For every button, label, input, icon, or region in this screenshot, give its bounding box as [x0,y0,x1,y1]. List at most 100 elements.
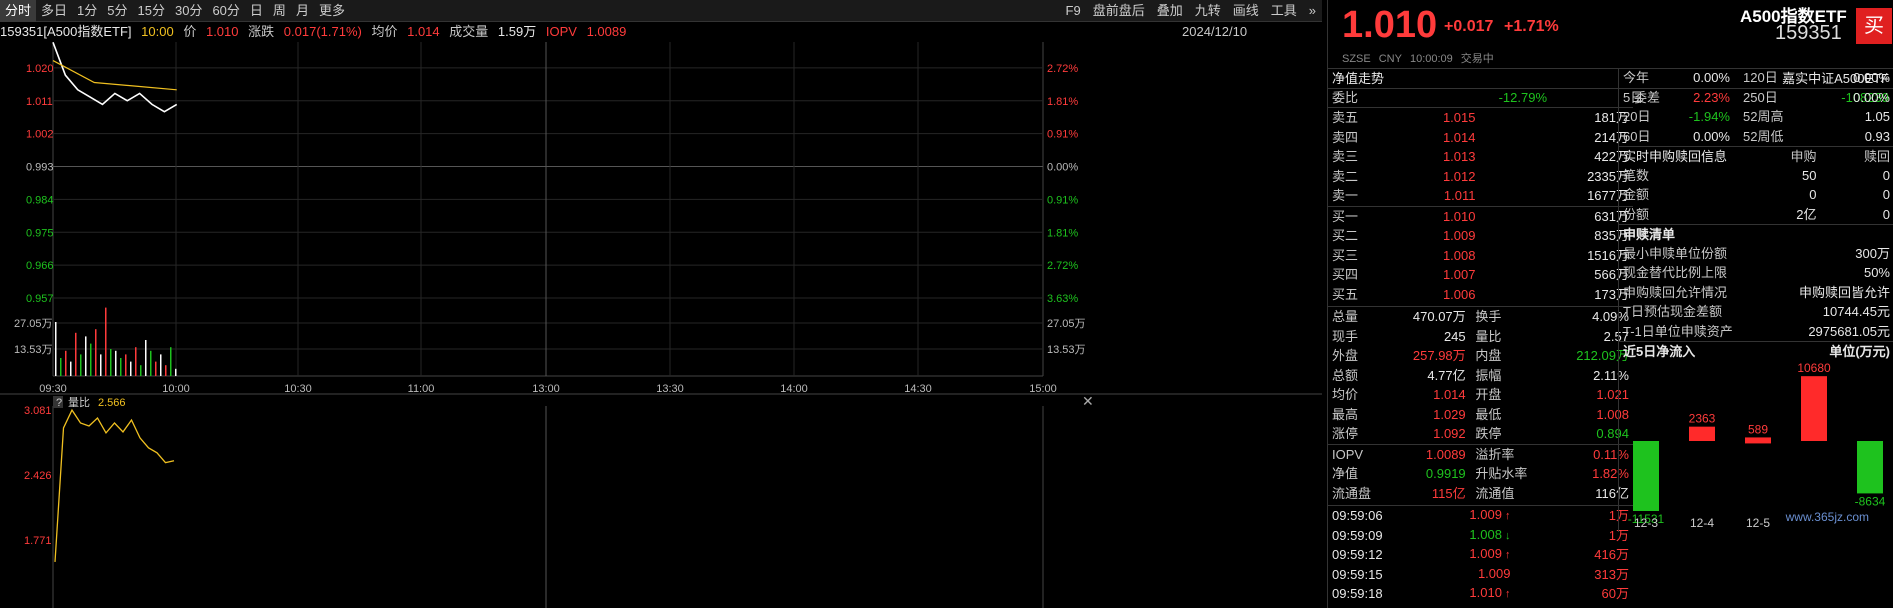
period-l2: 120日 [1743,70,1778,85]
list-label: 最小申赎单位份额 [1623,245,1728,261]
tab-10[interactable]: 更多 [314,0,350,22]
sell-row-vol: 2335万 [1587,168,1629,184]
orderbook: 卖五 1.015 181万 卖四 1.014 214万 卖三 1.013 422万 卖二 1.012… [1328,107,1633,304]
period-l2: 52周高 [1743,109,1784,124]
trade-time: 09:59:12 [1332,547,1383,562]
period-v1: -1.94% [1688,109,1730,124]
flow-value: 10680 [1797,361,1831,375]
arrow-up-icon: ↑ [1501,549,1511,561]
volume-bar [70,361,72,376]
buy-row-price: 1.007 [1442,267,1476,282]
stat2-row-v1: 115亿 [1431,485,1466,501]
tab-6[interactable]: 60分 [207,0,244,22]
sell-row-label: 卖四 [1332,129,1359,145]
time-tick: 09:30 [39,383,67,395]
stat-row-l2: 换手 [1475,309,1502,324]
buy-row-label: 买二 [1332,228,1359,243]
tab-8[interactable]: 周 [268,0,291,22]
list-header: 申赎清单 [1619,224,1893,244]
big-pct: +1.71% [1504,18,1559,35]
fund-code: 159351 [1775,22,1842,44]
list-label: T日预估现金差额 [1623,304,1722,319]
trade-row: 09:59:09 1.008 ↓ 1万 [1328,526,1633,546]
sell-row-vol: 214万 [1594,129,1629,145]
tab-7[interactable]: 日 [245,0,268,22]
stat-row: 最高 1.029 最低 1.008 [1328,405,1633,425]
stat-row-l1: 总额 [1332,367,1359,383]
stat-row-v1: 470.07万 [1412,309,1466,324]
tab-3[interactable]: 5分 [102,0,132,22]
buy-button[interactable]: 买 [1856,8,1892,44]
tool-6[interactable]: » [1303,0,1322,22]
volume-tick-left: 27.05万 [14,318,53,330]
sub-tick: 2.426 [24,470,52,482]
tool-1[interactable]: 盘前盘后 [1087,0,1151,22]
volume-tick-left: 13.53万 [14,344,53,356]
tool-0[interactable]: F9 [1060,0,1087,22]
nav-row-cell: 净值走势 [1332,70,1385,86]
stat-row-v2: 0.894 [1596,426,1629,441]
period-l1: 5日 [1623,89,1644,105]
buy-row-label: 买五 [1332,286,1359,302]
volume-bar [140,365,142,376]
tab-1[interactable]: 多日 [36,0,72,22]
volume-bar [165,365,167,376]
sell-row-price: 1.015 [1442,110,1476,125]
price-tick-left: 0.993 [26,162,54,174]
volume-bar [90,343,92,376]
volume-bar [100,354,102,376]
intraday-chart[interactable]: 1.0293.63%1.0202.72%1.0111.81%1.0020.91%… [0,42,1322,608]
sub-row-label: 金额 [1623,187,1650,202]
stat-row-v1: 257.98万 [1412,348,1466,363]
price-tick-left: 0.966 [26,260,54,272]
sell-row-vol: 181万 [1594,110,1629,125]
tab-4[interactable]: 15分 [133,0,170,22]
buy-row-price: 1.008 [1442,247,1476,263]
buy-row-vol: 173万 [1594,286,1629,302]
sell-row: 卖五 1.015 181万 [1328,108,1633,128]
sub-title: 实时申购赎回信息 [1623,148,1728,164]
pct-tick-right: 2.72% [1047,260,1078,272]
flow-bar [1745,436,1771,443]
buy-row-vol: 1516万 [1587,247,1629,263]
sub-row-label: 笔数 [1623,167,1650,183]
sub-row: 金额 0 0 [1619,185,1893,205]
volume-bar [125,354,127,376]
pct-tick-right: 1.81% [1047,227,1078,239]
trade-vol: 416万 [1594,547,1629,562]
trade-time: 09:59:15 [1332,566,1383,582]
tab-2[interactable]: 1分 [72,0,102,22]
volume-bar [55,322,57,376]
stat-row-l1: 涨停 [1332,426,1359,441]
volume-bar [60,358,62,376]
trade-price: 1.010 ↑ [1469,585,1511,600]
tool-3[interactable]: 九转 [1189,0,1227,22]
stat-row: 外盘 257.98万 内盘 212.09万 [1328,346,1633,366]
tool-2[interactable]: 叠加 [1151,0,1189,22]
sub-row-label: 份额 [1623,206,1650,222]
tab-0[interactable]: 分时 [0,0,37,22]
list-value: 10744.45元 [1822,304,1890,319]
volume-bar [65,350,67,376]
period-v2: 1.05 [1864,109,1890,124]
tab-9[interactable]: 月 [291,0,314,22]
trade-row: 09:59:12 1.009 ↑ 416万 [1328,545,1633,565]
period-row: 5日 2.23% 250日 0.00% [1619,88,1893,108]
sell-row: 卖一 1.011 1677万 [1328,186,1633,206]
buy-row: 买二 1.009 835万 [1328,226,1633,246]
volume-ratio-line [54,408,175,562]
tool-5[interactable]: 工具 [1265,0,1303,22]
tool-4[interactable]: 画线 [1227,0,1265,22]
time-tick: 13:00 [532,383,560,395]
big-price: 1.010 [1342,4,1438,46]
tab-5[interactable]: 30分 [170,0,207,22]
buy-row-vol: 631万 [1594,208,1629,224]
period-l2: 250日 [1743,89,1778,105]
quote-info-line: 159351[A500指数ETF] 10:00 价 1.010 涨跌 0.017… [0,22,1322,42]
flow-value: 589 [1748,422,1768,436]
list-title: 申赎清单 [1623,226,1676,242]
volume-bar [110,349,112,376]
sub-tick: 1.771 [24,535,52,547]
stat-row: 均价 1.014 开盘 1.021 [1328,385,1633,405]
time-tick: 13:30 [656,383,684,395]
